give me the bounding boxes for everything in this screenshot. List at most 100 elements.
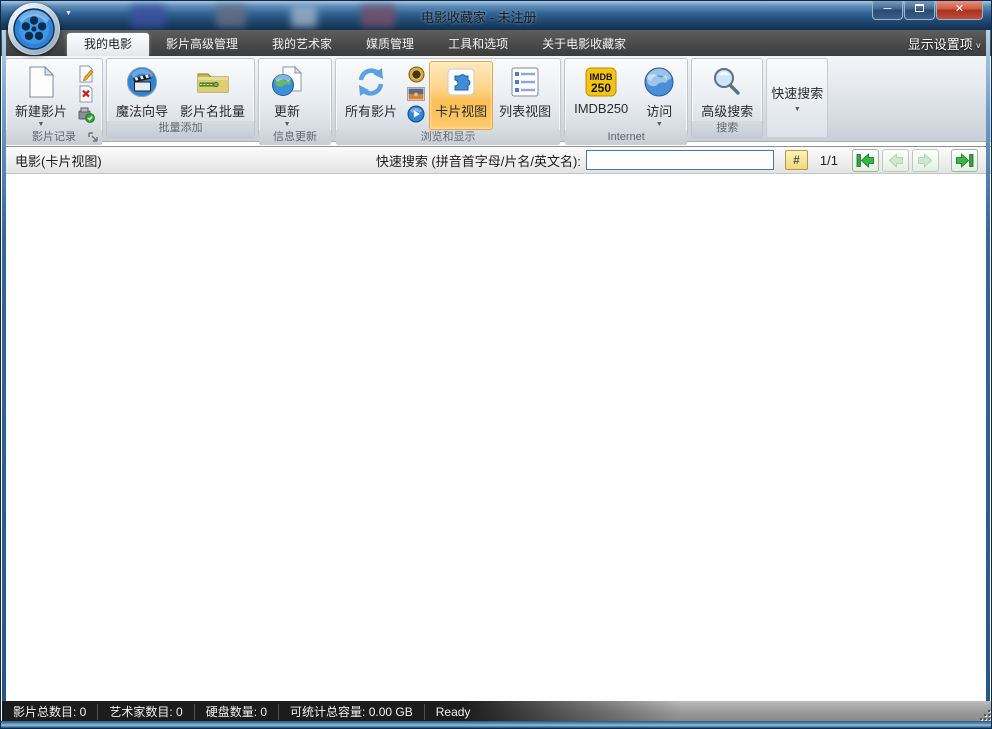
app-window: 电影收藏家 - 未注册 ─ ✕ ▼ 我的电影 影片高级管理 我的艺术家 媒质管理…: [0, 0, 992, 729]
quick-access-dropdown-icon[interactable]: ▼: [65, 10, 72, 17]
close-button[interactable]: ✕: [936, 1, 983, 20]
update-globe-icon: [271, 65, 303, 99]
magic-wizard-icon: [126, 65, 158, 99]
update-button[interactable]: 更新 ▼: [262, 61, 312, 130]
delete-icon: [77, 85, 95, 103]
display-settings-dropdown[interactable]: 显示设置项˅: [908, 34, 981, 53]
group-label-internet: Internet: [565, 130, 687, 145]
quick-search-label: 快速搜索: [771, 83, 823, 102]
display-settings-label: 显示设置项: [908, 37, 973, 52]
movie-reel-icon: [12, 7, 56, 51]
new-movie-button[interactable]: 新建影片 ▼: [9, 61, 73, 130]
new-movie-icon: [26, 65, 56, 99]
status-capacity-total: 可统计总容量: 0.00 GB: [279, 704, 425, 720]
status-movies-total: 影片总数目: 0: [2, 704, 98, 720]
group-label-text: 搜索: [716, 122, 738, 134]
nav-first-page-button[interactable]: [852, 149, 879, 172]
glass-blur-decoration: [216, 5, 246, 27]
advanced-search-button[interactable]: 高级搜索: [695, 61, 759, 121]
save-check-icon: [77, 105, 95, 123]
visit-label: 访问: [646, 101, 672, 120]
group-browse-display: 所有影片: [335, 58, 561, 138]
nav-last-icon: [955, 153, 974, 168]
app-menu-orb[interactable]: [8, 3, 60, 55]
group-label-search: 搜索: [692, 121, 762, 137]
dialog-launcher-icon[interactable]: [88, 132, 99, 143]
resize-grip[interactable]: [980, 710, 990, 720]
batch-folder-icon: [195, 65, 231, 99]
imdb250-button[interactable]: IMDB 250 IMDB250: [568, 61, 634, 130]
delete-movie-button[interactable]: [75, 84, 97, 104]
tab-my-movies[interactable]: 我的电影: [67, 33, 149, 56]
glass-blur-decoration: [361, 5, 395, 27]
group-internet: IMDB 250 IMDB250 访问 ▼: [564, 58, 688, 138]
window-border-bottom: [1, 721, 992, 728]
quick-search-input[interactable]: [586, 150, 774, 170]
batch-names-button[interactable]: 影片名批量: [174, 61, 251, 121]
quick-search-button[interactable]: 快速搜索 ▼: [766, 58, 828, 138]
stills-button[interactable]: [405, 84, 427, 104]
card-view-button[interactable]: 卡片视图: [429, 61, 493, 130]
update-label: 更新: [274, 101, 300, 120]
group-label-text: 浏览和显示: [421, 131, 476, 143]
titlebar[interactable]: 电影收藏家 - 未注册 ─ ✕: [1, 1, 991, 30]
search-icon: [711, 65, 743, 99]
nav-previous-page-button[interactable]: [882, 149, 909, 172]
edit-movie-button[interactable]: [75, 64, 97, 84]
medal-icon: [408, 66, 425, 83]
current-view-label: 电影(卡片视图): [15, 151, 102, 170]
status-bar: 影片总数目: 0 艺术家数目: 0 硬盘数量: 0 可统计总容量: 0.00 G…: [2, 701, 992, 723]
tab-advanced-manage[interactable]: 影片高级管理: [149, 33, 255, 56]
window-border: [2, 30, 6, 723]
group-label-browse-display: 浏览和显示: [336, 130, 560, 145]
chevron-down-icon: ˅: [976, 41, 981, 51]
tab-about[interactable]: 关于电影收藏家: [525, 33, 643, 56]
group-info-update: 更新 ▼ 信息更新: [258, 58, 332, 138]
maximize-button[interactable]: [904, 1, 935, 20]
glass-blur-decoration: [131, 5, 165, 27]
edit-icon: [77, 65, 95, 83]
card-view-icon: [445, 65, 477, 99]
nav-first-icon: [856, 153, 875, 168]
all-movies-button[interactable]: 所有影片: [339, 61, 403, 130]
group-label-text: Internet: [608, 131, 645, 143]
hash-filter-button[interactable]: #: [785, 150, 808, 170]
list-view-button[interactable]: 列表视图: [493, 61, 557, 130]
group-label-text: 影片记录: [32, 131, 76, 143]
picture-icon: [407, 87, 425, 101]
record-small-buttons: [73, 61, 99, 130]
group-movie-records: 新建影片 ▼: [5, 58, 103, 138]
browse-small-buttons: [403, 61, 429, 130]
awards-button[interactable]: [405, 64, 427, 84]
glass-blur-decoration: [291, 5, 317, 27]
page-indicator: 1/1: [820, 153, 838, 168]
all-movies-label: 所有影片: [345, 101, 397, 120]
dropdown-arrow-icon: ▼: [284, 121, 291, 129]
advanced-search-label: 高级搜索: [701, 101, 753, 120]
movie-card-area: [6, 175, 988, 701]
group-batch-add: 魔法向导 影片名批量: [106, 58, 255, 138]
dropdown-arrow-icon: ▼: [794, 106, 801, 113]
batch-names-label: 影片名批量: [180, 101, 245, 120]
minimize-button[interactable]: ─: [872, 1, 903, 20]
status-panes: 影片总数目: 0 艺术家数目: 0 硬盘数量: 0 可统计总容量: 0.00 G…: [2, 701, 682, 723]
imdb250-label: IMDB250: [574, 101, 628, 116]
tab-tools-options[interactable]: 工具和选项: [431, 33, 525, 56]
tab-my-artists[interactable]: 我的艺术家: [255, 33, 349, 56]
list-view-label: 列表视图: [499, 101, 551, 120]
group-label-text: 信息更新: [273, 131, 317, 143]
quick-search-field-label: 快速搜索 (拼音首字母/片名/英文名):: [376, 151, 581, 170]
group-label-info-update: 信息更新: [259, 130, 331, 145]
nav-previous-icon: [887, 153, 904, 168]
group-search: 高级搜索 搜索: [691, 58, 763, 138]
nav-next-page-button[interactable]: [912, 149, 939, 172]
nav-last-page-button[interactable]: [951, 149, 978, 172]
group-label-text: 批量添加: [159, 122, 203, 134]
visit-button[interactable]: 访问 ▼: [634, 61, 684, 130]
magic-wizard-button[interactable]: 魔法向导: [110, 61, 174, 121]
save-record-button[interactable]: [75, 104, 97, 124]
group-label-movie-records: 影片记录: [6, 130, 102, 145]
card-view-label: 卡片视图: [435, 101, 487, 120]
play-trailer-button[interactable]: [405, 104, 427, 124]
tab-media-manage[interactable]: 媒质管理: [349, 33, 431, 56]
